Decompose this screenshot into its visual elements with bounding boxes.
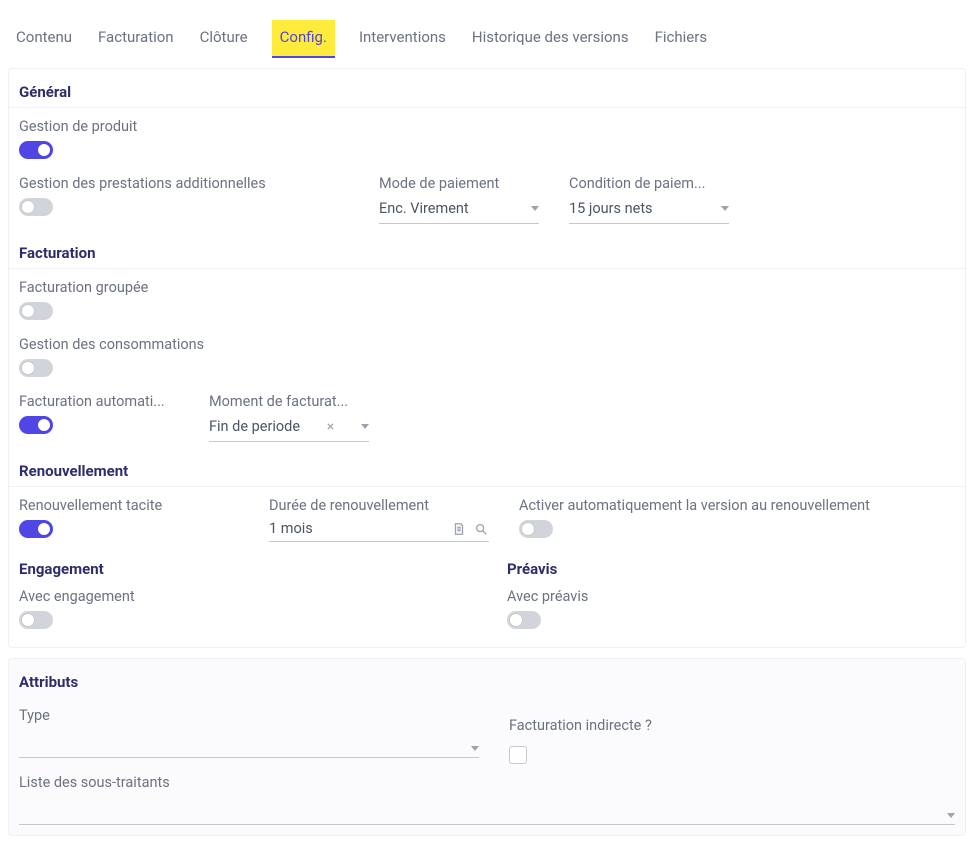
tab-facturation[interactable]: Facturation — [96, 20, 176, 58]
tab-contenu[interactable]: Contenu — [14, 20, 74, 58]
toggle-gestion-produit[interactable] — [19, 141, 53, 159]
attributs-panel: Attributs Type Facturation indirecte ? L… — [8, 658, 966, 836]
lookup-duree-renouvellement[interactable]: 1 mois — [269, 518, 489, 542]
label-renouvellement-tacite: Renouvellement tacite — [19, 497, 239, 514]
section-facturation-title: Facturation — [9, 230, 965, 269]
tab-interventions[interactable]: Interventions — [357, 20, 448, 58]
label-activer-auto-version: Activer automatiquement la version au re… — [519, 497, 955, 514]
label-avec-engagement: Avec engagement — [19, 588, 467, 605]
label-liste-sous-traitants: Liste des sous-traitants — [19, 774, 955, 791]
toggle-activer-auto-version[interactable] — [519, 520, 553, 538]
checkbox-facturation-indirecte[interactable] — [509, 746, 527, 764]
select-moment-facturation-value: Fin de periode — [209, 418, 300, 435]
label-gestion-prestations: Gestion des prestations additionnelles — [19, 175, 349, 192]
tab-historique[interactable]: Historique des versions — [470, 20, 631, 58]
label-facturation-indirecte: Facturation indirecte ? — [509, 707, 955, 734]
chevron-down-icon — [721, 206, 729, 211]
config-panel: Général Gestion de produit Gestion des p… — [8, 68, 966, 648]
toggle-gestion-prestations[interactable] — [19, 198, 53, 216]
chevron-down-icon — [947, 813, 955, 818]
label-facturation-groupee: Facturation groupée — [19, 279, 349, 296]
toggle-gestion-consommations[interactable] — [19, 359, 53, 377]
tab-config[interactable]: Config. — [272, 20, 335, 58]
label-mode-paiement: Mode de paiement — [379, 175, 539, 192]
label-gestion-produit: Gestion de produit — [19, 118, 349, 135]
toggle-facturation-groupee[interactable] — [19, 302, 53, 320]
clear-icon[interactable]: × — [327, 419, 334, 435]
select-mode-paiement-value: Enc. Virement — [379, 200, 469, 217]
toggle-renouvellement-tacite[interactable] — [19, 520, 53, 538]
select-liste-sous-traitants[interactable] — [19, 799, 955, 825]
label-duree-renouvellement: Durée de renouvellement — [269, 497, 489, 514]
label-gestion-consommations: Gestion des consommations — [19, 336, 349, 353]
tab-cloture[interactable]: Clôture — [198, 20, 250, 58]
label-avec-preavis: Avec préavis — [507, 588, 955, 605]
select-mode-paiement[interactable]: Enc. Virement — [379, 196, 539, 224]
label-type: Type — [19, 707, 479, 724]
select-type[interactable] — [19, 732, 479, 758]
chevron-down-icon — [471, 746, 479, 751]
section-preavis-title: Préavis — [507, 548, 955, 578]
label-facturation-auto: Facturation automati... — [19, 393, 179, 410]
section-general-title: Général — [9, 69, 965, 108]
search-icon[interactable] — [473, 521, 489, 537]
chevron-down-icon — [361, 424, 369, 429]
label-moment-facturation: Moment de facturat... — [209, 393, 369, 410]
toggle-avec-preavis[interactable] — [507, 611, 541, 629]
tab-bar: Contenu Facturation Clôture Config. Inte… — [8, 8, 966, 58]
toggle-facturation-auto[interactable] — [19, 416, 53, 434]
section-renouvellement-title: Renouvellement — [9, 448, 965, 487]
document-icon[interactable] — [451, 521, 467, 537]
lookup-duree-renouvellement-value: 1 mois — [269, 520, 445, 537]
section-engagement-title: Engagement — [19, 548, 467, 578]
select-moment-facturation[interactable]: Fin de periode × — [209, 414, 369, 442]
select-condition-paiement[interactable]: 15 jours nets — [569, 196, 729, 224]
toggle-avec-engagement[interactable] — [19, 611, 53, 629]
section-attributs-title: Attributs — [9, 659, 965, 697]
select-condition-paiement-value: 15 jours nets — [569, 200, 653, 217]
label-condition-paiement: Condition de paiem... — [569, 175, 729, 192]
chevron-down-icon — [531, 206, 539, 211]
tab-fichiers[interactable]: Fichiers — [653, 20, 709, 58]
